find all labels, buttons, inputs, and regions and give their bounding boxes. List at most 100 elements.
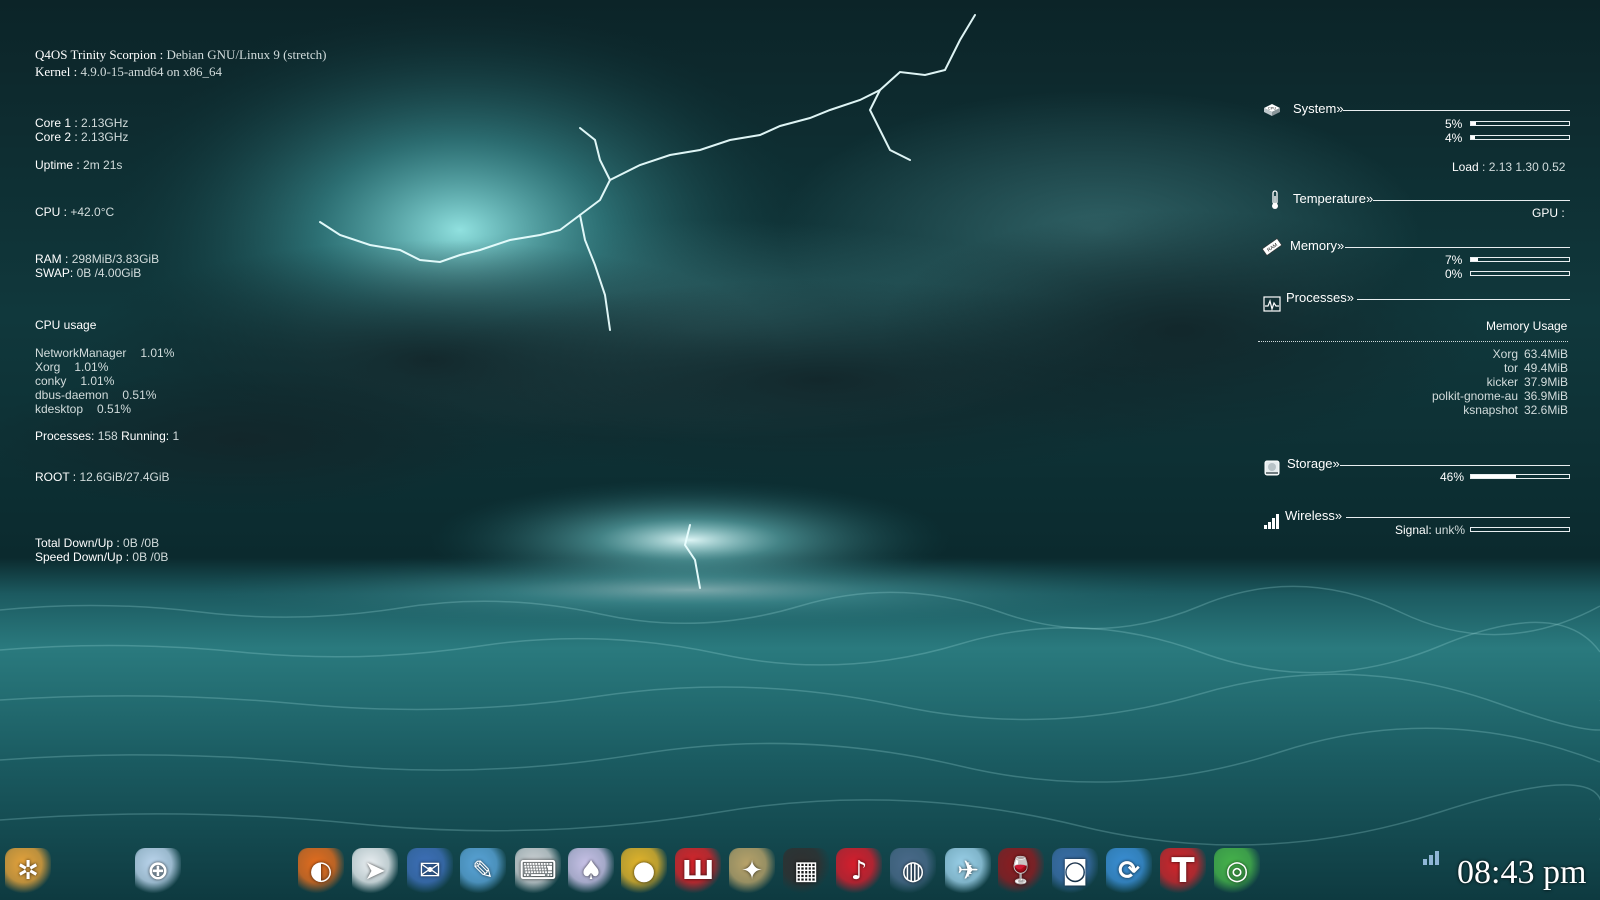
processes-value: 158	[97, 429, 118, 443]
thunderbird-icon[interactable]: ✉	[407, 848, 453, 894]
swap-line: SWAP: 0B /4.00GiB	[35, 266, 141, 280]
system-title: System»	[1293, 101, 1344, 116]
kde-menu-icon[interactable]: ✲	[5, 848, 51, 894]
cpu-chip-icon: CPU	[1264, 104, 1280, 116]
uptime-value: 2m 21s	[83, 158, 123, 172]
cpu2-bar	[1470, 135, 1570, 140]
airplane-globe-icon[interactable]: ✈	[945, 848, 991, 894]
kernel-value: 4.9.0-15-amd64 on x86_64	[80, 64, 223, 79]
paper-plane-icon[interactable]: ➤	[352, 848, 398, 894]
gpu-label: GPU :	[1532, 206, 1565, 220]
signal-line: Signal: unk%	[1395, 523, 1465, 537]
camera-icon-glyph: ◙	[1062, 856, 1088, 886]
firefox-icon-glyph: ◐	[309, 856, 333, 886]
clapperboard-icon-glyph: ▦	[793, 856, 819, 886]
music-note-icon[interactable]: ♪	[836, 848, 882, 894]
pinball-icon-glyph: ●	[632, 856, 656, 886]
paper-plane-icon-glyph: ➤	[364, 856, 386, 886]
memory-process-value: 36.9MiB	[1523, 389, 1568, 403]
cpu-process-row: dbus-daemon 0.51%	[35, 388, 156, 402]
load-label: Load	[1452, 160, 1479, 174]
pen-icon[interactable]: ✎	[460, 848, 506, 894]
core1-value: 2.13GHz	[81, 116, 129, 130]
atari-icon[interactable]: Ш	[675, 848, 721, 894]
system-divider	[1343, 110, 1570, 111]
os-value: Debian GNU/Linux 9 (stretch)	[166, 47, 327, 62]
cpu-process-value: 0.51%	[97, 402, 132, 416]
core1-line: Core 1 : 2.13GHz	[35, 116, 128, 130]
network-tray-icon[interactable]	[1422, 846, 1444, 866]
processes-title: Processes»	[1286, 290, 1354, 305]
cpu-process-value: 1.01%	[80, 374, 115, 388]
camera-icon[interactable]: ◙	[1052, 848, 1098, 894]
processes-label: Processes:	[35, 429, 95, 443]
clapperboard-icon[interactable]: ▦	[783, 848, 829, 894]
music-note-icon-glyph: ♪	[850, 856, 868, 886]
core2-label: Core 2 :	[35, 130, 78, 144]
speed-downup-value: 0B /0B	[132, 550, 169, 564]
os-line: Q4OS Trinity Scorpion : Debian GNU/Linux…	[35, 48, 326, 62]
core2-line: Core 2 : 2.13GHz	[35, 130, 128, 144]
cpu-process-name: conky	[35, 374, 67, 388]
speaker-icon[interactable]: ◎	[1214, 848, 1260, 894]
swap-label: SWAP:	[35, 266, 74, 280]
memory-process-name: ksnapshot	[1463, 403, 1518, 417]
running-value: 1	[172, 429, 180, 443]
playing-cards-icon[interactable]: ♠	[568, 848, 614, 894]
memory-usage-title: Memory Usage	[1486, 319, 1568, 333]
airplane-globe-icon-glyph: ✈	[957, 856, 979, 886]
speed-downup-line: Speed Down/Up : 0B /0B	[35, 550, 168, 564]
ram-label: RAM :	[35, 252, 69, 266]
ram-bar	[1470, 257, 1570, 262]
typewriter-icon-glyph: ⌨	[519, 856, 557, 886]
lunar-lander-icon[interactable]: ✦	[729, 848, 775, 894]
thunderbird-icon-glyph: ✉	[419, 856, 441, 886]
diver-icon[interactable]: ◍	[890, 848, 936, 894]
cpu-temp-label: CPU :	[35, 205, 68, 219]
temperature-divider	[1373, 200, 1570, 201]
cpu-process-row: conky 1.01%	[35, 374, 114, 388]
lunar-lander-icon-glyph: ✦	[741, 856, 763, 886]
signal-value: unk%	[1435, 523, 1466, 537]
kde-menu-icon-glyph: ✲	[17, 856, 39, 886]
ram-pct: 7%	[1445, 253, 1463, 267]
speaker-icon-glyph: ◎	[1225, 856, 1249, 886]
cpu-process-row: Xorg 1.01%	[35, 360, 108, 374]
update-arrows-icon[interactable]: ⟳	[1106, 848, 1152, 894]
firefox-icon[interactable]: ◐	[298, 848, 344, 894]
ram-line: RAM : 298MiB/3.83GiB	[35, 252, 159, 266]
svg-text:CPU: CPU	[1268, 106, 1277, 111]
cpu2-pct: 4%	[1445, 131, 1463, 145]
fonts-icon-glyph: T	[1171, 851, 1195, 891]
typewriter-icon[interactable]: ⌨	[515, 848, 561, 894]
core2-value: 2.13GHz	[81, 130, 129, 144]
activity-monitor-icon	[1263, 296, 1281, 312]
search-globe-icon[interactable]: ⊕	[135, 848, 181, 894]
cpu-process-value: 1.01%	[74, 360, 109, 374]
kernel-line: Kernel : 4.9.0-15-amd64 on x86_64	[35, 65, 222, 79]
storage-pct: 46%	[1440, 470, 1465, 484]
processes-divider	[1357, 299, 1570, 300]
storage-bar	[1470, 474, 1570, 479]
processes-line: Processes: 158 Running: 1	[35, 429, 179, 443]
update-arrows-icon-glyph: ⟳	[1118, 856, 1140, 886]
thermometer-icon	[1272, 190, 1278, 209]
uptime-line: Uptime : 2m 21s	[35, 158, 122, 172]
root-line: ROOT : 12.6GiB/27.4GiB	[35, 470, 170, 484]
memory-process-name: tor	[1503, 361, 1518, 375]
cpu-process-row: kdesktop 0.51%	[35, 402, 131, 416]
cpu-temp-value: +42.0°C	[70, 205, 115, 219]
memory-process-value: 32.6MiB	[1523, 403, 1568, 417]
pinball-icon[interactable]: ●	[621, 848, 667, 894]
core1-label: Core 1 :	[35, 116, 78, 130]
memory-process-value: 49.4MiB	[1523, 361, 1568, 375]
total-downup-value: 0B /0B	[123, 536, 160, 550]
hard-drive-icon	[1264, 460, 1280, 476]
clock[interactable]: 08:43 pm	[1457, 853, 1586, 893]
wine-glass-icon[interactable]: 🍷	[998, 848, 1044, 894]
cpu-process-name: NetworkManager	[35, 346, 127, 360]
storage-title: Storage»	[1287, 456, 1340, 471]
fonts-icon[interactable]: T	[1160, 848, 1206, 894]
root-value: 12.6GiB/27.4GiB	[79, 470, 170, 484]
cpu1-bar	[1470, 121, 1570, 126]
